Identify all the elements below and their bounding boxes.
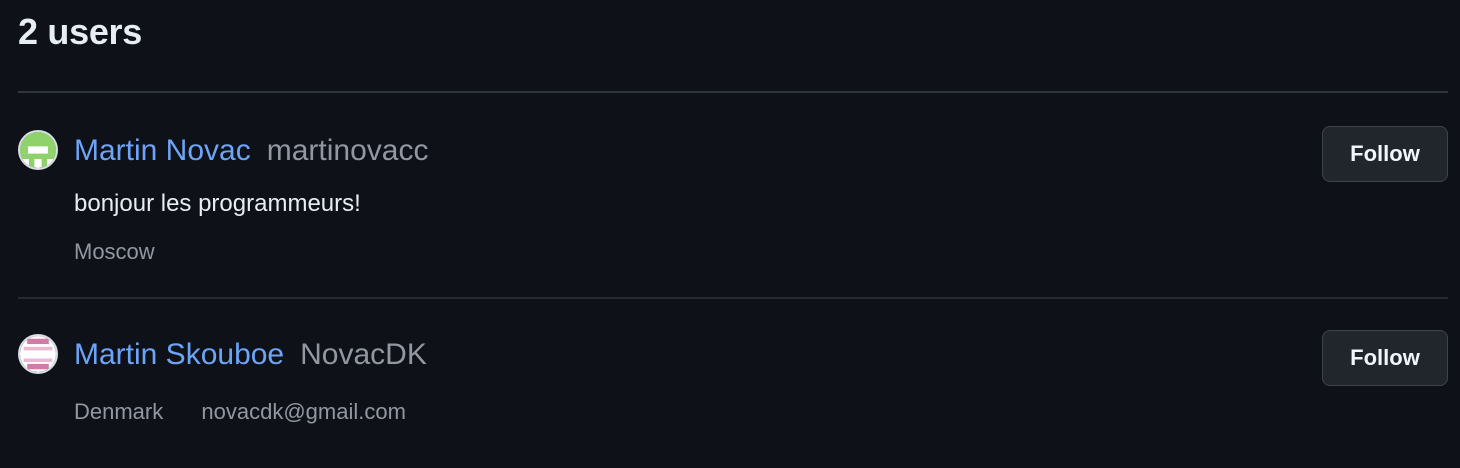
divider xyxy=(18,297,1448,299)
user-display-name-link[interactable]: Martin Novac xyxy=(74,134,251,168)
user-search-results: 2 users Martin Novac martinovacc bonjour… xyxy=(0,0,1460,468)
identicon-icon xyxy=(20,132,56,168)
user-list-item: Martin Novac martinovacc bonjour les pro… xyxy=(18,126,1448,276)
user-details: Martin Skouboe NovacDK Denmark novacdk@g… xyxy=(74,330,1288,432)
avatar[interactable] xyxy=(18,334,58,374)
divider xyxy=(18,91,1448,93)
follow-button[interactable]: Follow xyxy=(1322,126,1448,182)
user-display-name-link[interactable]: Martin Skouboe xyxy=(74,338,284,372)
user-bio: bonjour les programmeurs! xyxy=(74,190,361,217)
user-details: Martin Novac martinovacc bonjour les pro… xyxy=(74,126,1288,272)
user-login[interactable]: martinovacc xyxy=(267,134,429,168)
user-meta: Denmark novacdk@gmail.com xyxy=(74,392,1288,432)
user-meta: Moscow xyxy=(74,232,1288,272)
follow-button[interactable]: Follow xyxy=(1322,330,1448,386)
identicon-icon xyxy=(20,336,56,372)
results-count-heading: 2 users xyxy=(18,11,142,52)
user-name-line: Martin Skouboe NovacDK xyxy=(74,330,1288,380)
user-location: Moscow xyxy=(74,239,155,264)
user-name-line: Martin Novac martinovacc xyxy=(74,126,1288,176)
user-email[interactable]: novacdk@gmail.com xyxy=(201,399,406,424)
avatar[interactable] xyxy=(18,130,58,170)
user-location: Denmark xyxy=(74,399,164,424)
user-login[interactable]: NovacDK xyxy=(300,338,427,372)
user-list-item: Martin Skouboe NovacDK Denmark novacdk@g… xyxy=(18,330,1448,440)
